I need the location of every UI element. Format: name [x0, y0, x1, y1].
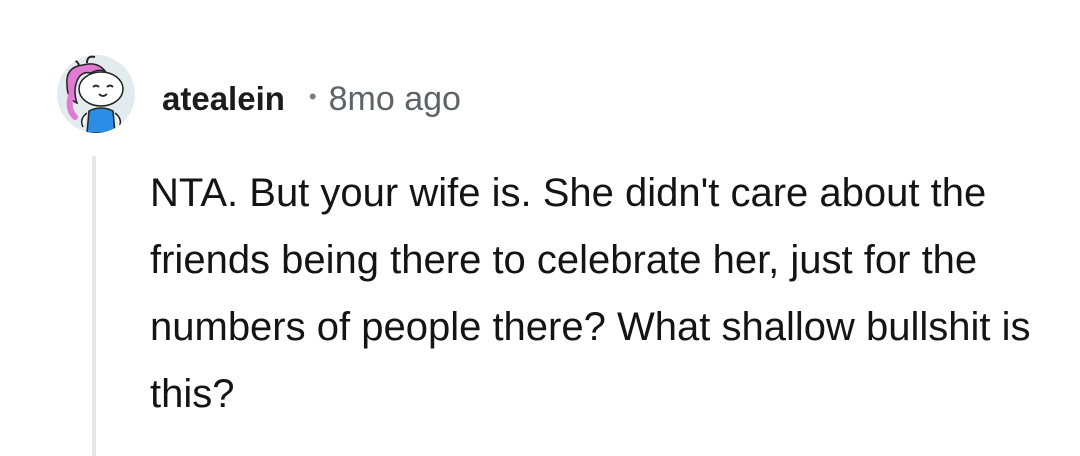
user-avatar[interactable] — [57, 55, 135, 133]
username-link[interactable]: atealein — [162, 80, 285, 118]
snoo-avatar-icon — [66, 55, 124, 133]
meta-separator: • — [308, 84, 317, 109]
comment-timestamp: 8mo ago — [328, 79, 461, 118]
comment-meta: atealein • 8mo ago — [162, 74, 461, 124]
comment: atealein • 8mo ago NTA. But your wife is… — [0, 0, 1080, 456]
thread-collapse-line[interactable] — [92, 156, 96, 456]
comment-body: NTA. But your wife is. She didn't care a… — [150, 171, 1031, 416]
